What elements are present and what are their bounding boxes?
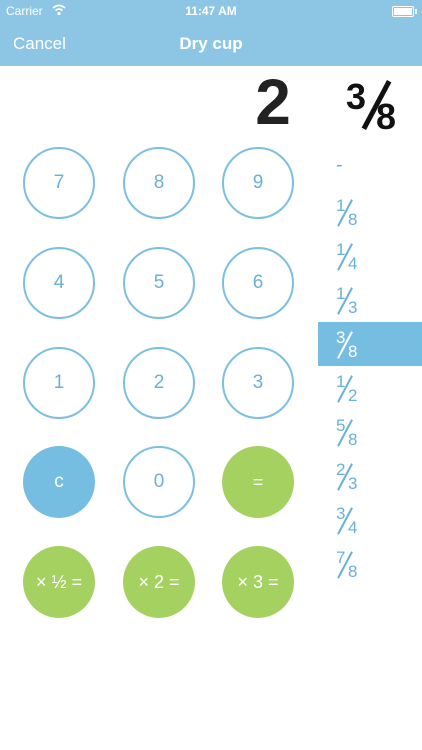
- fraction-denominator: 4: [348, 254, 358, 273]
- fraction-option-1-2[interactable]: 1 2: [318, 366, 422, 410]
- fraction-denominator: 8: [348, 430, 358, 449]
- fraction-option-2-3[interactable]: 2 3: [318, 454, 422, 498]
- key-0[interactable]: 0: [123, 446, 195, 518]
- key-6[interactable]: 6: [222, 247, 294, 319]
- key-4[interactable]: 4: [23, 247, 95, 319]
- status-time: 11:47 AM: [185, 4, 237, 18]
- status-bar: Carrier 11:47 AM: [0, 4, 422, 20]
- key-2[interactable]: 2: [123, 347, 195, 419]
- fraction-denominator: 4: [348, 518, 358, 537]
- fraction-option-1-3[interactable]: 1 3: [318, 278, 422, 322]
- fraction-option-1-4[interactable]: 1 4: [318, 234, 422, 278]
- key-7[interactable]: 7: [23, 147, 95, 219]
- multiply-half-button[interactable]: × ½ =: [23, 546, 95, 618]
- key-3[interactable]: 3: [222, 347, 294, 419]
- fraction-denominator: 3: [348, 298, 358, 317]
- fraction-option-none[interactable]: -: [318, 146, 422, 190]
- fraction-option-3-4[interactable]: 3 4: [318, 498, 422, 542]
- key-8[interactable]: 8: [123, 147, 195, 219]
- key-5[interactable]: 5: [123, 247, 195, 319]
- fraction-option-5-8[interactable]: 5 8: [318, 410, 422, 454]
- key-1[interactable]: 1: [23, 347, 95, 419]
- equals-button[interactable]: =: [222, 446, 294, 518]
- fraction-option-3-8[interactable]: 3 8: [318, 322, 422, 366]
- multiply-three-button[interactable]: × 3 =: [222, 546, 294, 618]
- fraction-denominator: 8: [348, 562, 358, 581]
- fraction-label: -: [336, 154, 343, 176]
- fraction-denominator: 3: [348, 474, 358, 493]
- clear-button[interactable]: c: [23, 446, 95, 518]
- page-title: Dry cup: [179, 34, 243, 53]
- multiply-two-button[interactable]: × 2 =: [123, 546, 195, 618]
- fraction-option-1-8[interactable]: 1 8: [318, 190, 422, 234]
- display-fraction-numerator: 3: [346, 76, 367, 117]
- fraction-denominator: 8: [348, 342, 358, 361]
- fraction-option-7-8[interactable]: 7 8: [318, 542, 422, 586]
- key-9[interactable]: 9: [222, 147, 294, 219]
- battery-icon: [392, 6, 417, 17]
- fraction-denominator: 8: [348, 210, 358, 229]
- nav-bar: Carrier 11:47 AM Cancel Dry cup: [0, 0, 422, 66]
- display-fraction-denominator: 8: [376, 96, 397, 137]
- display-whole-number: 2: [255, 66, 291, 138]
- fraction-denominator: 2: [348, 386, 358, 405]
- display-fraction: 3 8: [344, 74, 414, 137]
